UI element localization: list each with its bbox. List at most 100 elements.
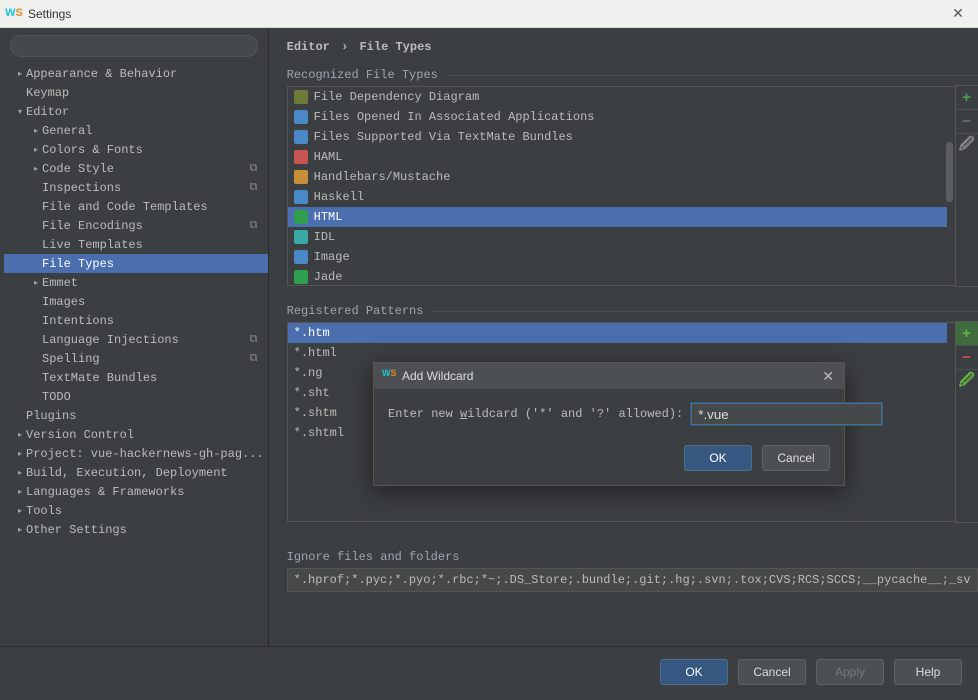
file-type-row[interactable]: HTML bbox=[288, 207, 947, 227]
pattern-row[interactable]: *.html bbox=[288, 343, 947, 363]
dialog-close-icon[interactable]: ✕ bbox=[820, 368, 836, 385]
tree-item[interactable]: Languages & Frameworks bbox=[4, 482, 268, 501]
tree-item[interactable]: Tools bbox=[4, 501, 268, 520]
tree-arrow-icon[interactable] bbox=[30, 126, 42, 136]
file-type-row[interactable]: HAML bbox=[288, 147, 947, 167]
tree-item-label: Spelling bbox=[42, 352, 250, 366]
file-type-row[interactable]: Handlebars/Mustache bbox=[288, 167, 947, 187]
section-recognized: Recognized File Types bbox=[287, 68, 978, 82]
patterns-remove-button[interactable]: − bbox=[956, 346, 978, 370]
window-close-icon[interactable]: ✕ bbox=[944, 5, 972, 22]
patterns-add-button[interactable]: + bbox=[956, 322, 978, 346]
tree-item[interactable]: File Encodings⧉ bbox=[4, 216, 268, 235]
file-type-row[interactable]: File Dependency Diagram bbox=[288, 87, 947, 107]
tree-item[interactable]: TextMate Bundles bbox=[4, 368, 268, 387]
tree-arrow-icon[interactable] bbox=[14, 487, 26, 497]
tree-item[interactable]: Emmet bbox=[4, 273, 268, 292]
tree-item[interactable]: File and Code Templates bbox=[4, 197, 268, 216]
file-types-add-button[interactable]: + bbox=[956, 86, 978, 110]
tree-item-label: Editor bbox=[26, 105, 264, 119]
tree-arrow-icon[interactable] bbox=[14, 69, 26, 79]
section-recognized-label: Recognized File Types bbox=[287, 68, 438, 82]
patterns-edit-button[interactable]: 🖉 bbox=[956, 370, 978, 394]
cancel-button[interactable]: Cancel bbox=[738, 659, 806, 685]
file-types-remove-button[interactable]: − bbox=[956, 110, 978, 134]
apply-button[interactable]: Apply bbox=[816, 659, 884, 685]
tree-item[interactable]: Build, Execution, Deployment bbox=[4, 463, 268, 482]
tree-item[interactable]: Plugins bbox=[4, 406, 268, 425]
wildcard-input[interactable] bbox=[691, 403, 882, 425]
tree-item[interactable]: File Types bbox=[4, 254, 268, 273]
wildcard-prompt-post: ildcard ('*' and '?' allowed): bbox=[467, 407, 683, 421]
tree-item[interactable]: Project: vue-hackernews-gh-pag... bbox=[4, 444, 268, 463]
pattern-label: *.htm bbox=[294, 326, 330, 340]
tree-item-label: Tools bbox=[26, 504, 264, 518]
tree-item[interactable]: Spelling⧉ bbox=[4, 349, 268, 368]
patterns-toolbar: + − 🖉 bbox=[955, 321, 978, 523]
tree-item[interactable]: Live Templates bbox=[4, 235, 268, 254]
file-type-label: HAML bbox=[314, 150, 343, 164]
tree-item[interactable]: Images bbox=[4, 292, 268, 311]
settings-sidebar: 🔍 Appearance & BehaviorKeymapEditorGener… bbox=[0, 28, 269, 646]
wildcard-prompt: Enter new wildcard ('*' and '?' allowed)… bbox=[388, 407, 683, 421]
pattern-label: *.sht bbox=[294, 386, 330, 400]
breadcrumb-editor: Editor bbox=[287, 40, 330, 54]
settings-search-input[interactable] bbox=[10, 35, 258, 57]
tree-arrow-icon[interactable] bbox=[14, 506, 26, 516]
wildcard-prompt-pre: Enter new bbox=[388, 407, 460, 421]
tree-item-label: Images bbox=[42, 295, 264, 309]
per-project-icon: ⧉ bbox=[250, 182, 264, 194]
tree-item[interactable]: Colors & Fonts bbox=[4, 140, 268, 159]
tree-item[interactable]: Editor bbox=[4, 102, 268, 121]
file-type-row[interactable]: IDL bbox=[288, 227, 947, 247]
file-type-row[interactable]: Files Supported Via TextMate Bundles bbox=[288, 127, 947, 147]
add-wildcard-dialog: WS Add Wildcard ✕ Enter new wildcard ('*… bbox=[373, 362, 845, 486]
tree-arrow-icon[interactable] bbox=[30, 145, 42, 155]
tree-arrow-icon[interactable] bbox=[30, 278, 42, 288]
tree-item[interactable]: TODO bbox=[4, 387, 268, 406]
breadcrumb-sep: › bbox=[341, 40, 348, 54]
dialog-title: Add Wildcard bbox=[402, 369, 820, 383]
tree-item[interactable]: Keymap bbox=[4, 83, 268, 102]
tree-arrow-icon[interactable] bbox=[14, 107, 26, 117]
tree-item-label: File Types bbox=[42, 257, 264, 271]
file-type-label: File Dependency Diagram bbox=[314, 90, 480, 104]
scrollbar-thumb[interactable] bbox=[946, 142, 953, 202]
tree-arrow-icon[interactable] bbox=[14, 449, 26, 459]
file-type-row[interactable]: Haskell bbox=[288, 187, 947, 207]
breadcrumb: Editor › File Types bbox=[287, 40, 978, 54]
dialog-ok-button[interactable]: OK bbox=[684, 445, 752, 471]
pattern-label: *.ng bbox=[294, 366, 323, 380]
pattern-row[interactable]: *.htm bbox=[288, 323, 947, 343]
settings-tree[interactable]: Appearance & BehaviorKeymap Editor General… bbox=[0, 64, 268, 642]
file-type-label: Haskell bbox=[314, 190, 364, 204]
file-type-label: Jade bbox=[314, 270, 343, 284]
tree-item[interactable]: Appearance & Behavior bbox=[4, 64, 268, 83]
tree-item[interactable]: Intentions bbox=[4, 311, 268, 330]
tree-arrow-icon[interactable] bbox=[30, 164, 42, 174]
file-type-label: Image bbox=[314, 250, 350, 264]
tree-arrow-icon[interactable] bbox=[14, 430, 26, 440]
ok-button[interactable]: OK bbox=[660, 659, 728, 685]
tree-item[interactable]: Other Settings bbox=[4, 520, 268, 539]
tree-item[interactable]: Code Style⧉ bbox=[4, 159, 268, 178]
divider bbox=[446, 75, 978, 76]
tree-item[interactable]: Inspections⧉ bbox=[4, 178, 268, 197]
ignore-input[interactable]: *.hprof;*.pyc;*.pyo;*.rbc;*~;.DS_Store;.… bbox=[287, 568, 978, 592]
file-types-edit-button[interactable]: 🖉 bbox=[956, 134, 978, 158]
file-type-icon bbox=[294, 130, 308, 144]
file-types-listbox[interactable]: File Dependency Diagram Files Opened In A… bbox=[287, 86, 978, 286]
help-button[interactable]: Help bbox=[894, 659, 962, 685]
file-type-row[interactable]: Jade bbox=[288, 267, 947, 286]
file-type-icon bbox=[294, 210, 308, 224]
tree-item[interactable]: Version Control bbox=[4, 425, 268, 444]
tree-item[interactable]: General bbox=[4, 121, 268, 140]
section-patterns-label: Registered Patterns bbox=[287, 304, 424, 318]
file-type-row[interactable]: Image bbox=[288, 247, 947, 267]
file-type-row[interactable]: Files Opened In Associated Applications bbox=[288, 107, 947, 127]
tree-arrow-icon[interactable] bbox=[14, 525, 26, 535]
tree-item-label: Project: vue-hackernews-gh-pag... bbox=[26, 447, 264, 461]
dialog-cancel-button[interactable]: Cancel bbox=[762, 445, 830, 471]
tree-arrow-icon[interactable] bbox=[14, 468, 26, 478]
tree-item[interactable]: Language Injections⧉ bbox=[4, 330, 268, 349]
